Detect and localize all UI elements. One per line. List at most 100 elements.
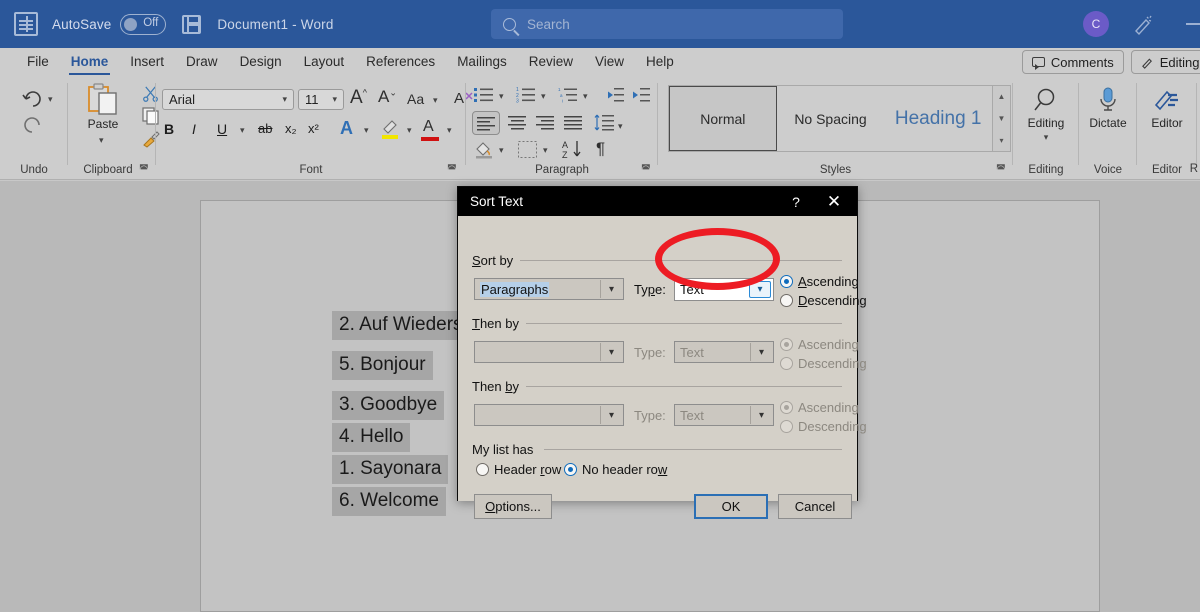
borders-dropdown-icon[interactable]: ▾: [543, 145, 548, 156]
styles-more-icon[interactable]: ▾: [999, 136, 1003, 145]
numbering-dropdown-icon[interactable]: ▾: [541, 91, 546, 102]
bold-button[interactable]: B: [164, 121, 174, 137]
minimize-button[interactable]: [1186, 23, 1200, 25]
pen-wand-icon[interactable]: [1132, 13, 1154, 35]
change-case-button[interactable]: Aa: [407, 91, 424, 107]
decrease-font-size-icon[interactable]: A⌄: [378, 87, 397, 107]
styles-dialog-launcher[interactable]: ◚: [996, 164, 1007, 175]
tab-insert[interactable]: Insert: [119, 48, 175, 77]
chevron-down-icon[interactable]: ▾: [600, 406, 622, 424]
show-formatting-marks-icon[interactable]: ¶: [596, 139, 605, 159]
then-by-1-ascending-radio[interactable]: [780, 338, 793, 351]
paste-label[interactable]: Paste: [68, 117, 138, 131]
then-by-1-type-combo[interactable]: Text ▾: [674, 341, 774, 363]
dialog-close-button[interactable]: ✕: [819, 190, 849, 214]
sort-by-descending-radio[interactable]: [780, 294, 793, 307]
header-row-radio[interactable]: [476, 463, 489, 476]
align-center-icon[interactable]: [508, 116, 526, 130]
underline-dropdown-icon[interactable]: ▾: [240, 125, 245, 136]
tab-review[interactable]: Review: [518, 48, 584, 77]
sort-by-field-combo[interactable]: Paragraphs ▾: [474, 278, 624, 300]
tab-design[interactable]: Design: [229, 48, 293, 77]
search-input[interactable]: Search: [491, 9, 843, 39]
style-normal[interactable]: Normal: [669, 86, 777, 151]
chevron-down-icon[interactable]: ▾: [600, 280, 622, 298]
font-dialog-launcher[interactable]: ◚: [447, 164, 458, 175]
tab-home[interactable]: Home: [60, 48, 120, 77]
chevron-down-icon[interactable]: ▾: [749, 281, 771, 298]
then-by-2-type-combo[interactable]: Text ▾: [674, 404, 774, 426]
options-button[interactable]: Options...: [474, 494, 552, 519]
text-highlight-icon[interactable]: [380, 117, 402, 141]
shading-icon[interactable]: [474, 139, 494, 159]
undo-dropdown-icon[interactable]: ▾: [48, 94, 53, 105]
align-right-icon[interactable]: [536, 116, 554, 130]
autosave-toggle[interactable]: Off: [120, 14, 166, 35]
then-by-2-descending-radio[interactable]: [780, 420, 793, 433]
cancel-button[interactable]: Cancel: [778, 494, 852, 519]
superscript-button[interactable]: x²: [308, 121, 319, 136]
editing-mode-button[interactable]: Editing ▾: [1131, 50, 1200, 74]
bullet-dropdown-icon[interactable]: ▾: [499, 91, 504, 102]
decrease-indent-icon[interactable]: [606, 87, 624, 103]
scroll-up-icon[interactable]: ▲: [998, 92, 1006, 101]
tab-view[interactable]: View: [584, 48, 635, 77]
subscript-button[interactable]: x₂: [285, 121, 297, 136]
line-spacing-icon[interactable]: [594, 114, 614, 131]
font-color-swatch[interactable]: [421, 137, 439, 141]
editing-button[interactable]: Editing ▾: [1018, 87, 1074, 143]
sort-by-ascending-radio[interactable]: [780, 275, 793, 288]
tab-layout[interactable]: Layout: [293, 48, 356, 77]
justify-icon[interactable]: [564, 116, 582, 130]
chevron-down-icon[interactable]: ▾: [750, 343, 772, 361]
style-no-spacing[interactable]: No Spacing: [777, 86, 885, 151]
numbered-list-icon[interactable]: 1 2 3: [516, 87, 536, 103]
tab-mailings[interactable]: Mailings: [446, 48, 518, 77]
tab-help[interactable]: Help: [635, 48, 685, 77]
dictate-button[interactable]: Dictate: [1080, 87, 1136, 130]
chevron-down-icon[interactable]: ▾: [600, 343, 622, 361]
paste-dropdown-icon[interactable]: ▾: [99, 135, 104, 146]
highlight-dropdown-icon[interactable]: ▾: [407, 125, 412, 136]
italic-button[interactable]: I: [192, 121, 196, 137]
scroll-down-icon[interactable]: ▼: [998, 114, 1006, 123]
text-effects-dropdown-icon[interactable]: ▾: [364, 125, 369, 136]
tab-file[interactable]: File: [16, 48, 60, 77]
tab-references[interactable]: References: [355, 48, 446, 77]
ok-button[interactable]: OK: [694, 494, 768, 519]
paste-icon[interactable]: [86, 83, 120, 115]
multilevel-list-icon[interactable]: 1 a i: [558, 87, 578, 103]
avatar[interactable]: C: [1083, 11, 1109, 37]
comments-button[interactable]: Comments: [1022, 50, 1124, 74]
line-spacing-dropdown-icon[interactable]: ▾: [618, 121, 623, 132]
increase-font-size-icon[interactable]: A^: [350, 87, 367, 109]
styles-scrollbar[interactable]: ▲ ▼ ▾: [993, 85, 1011, 152]
style-heading-1[interactable]: Heading 1: [884, 86, 992, 151]
borders-icon[interactable]: [518, 141, 537, 158]
paragraph-dialog-launcher[interactable]: ◚: [641, 164, 652, 175]
underline-button[interactable]: U: [217, 121, 227, 137]
bullet-list-icon[interactable]: [474, 87, 494, 103]
font-color-icon[interactable]: A: [423, 118, 434, 136]
no-header-row-radio[interactable]: [564, 463, 577, 476]
tab-draw[interactable]: Draw: [175, 48, 229, 77]
multilevel-dropdown-icon[interactable]: ▾: [583, 91, 588, 102]
undo-icon[interactable]: [20, 87, 46, 109]
sort-by-type-combo[interactable]: Text ▾: [674, 278, 774, 301]
font-size-combo[interactable]: 11 ▾: [298, 89, 344, 110]
increase-indent-icon[interactable]: [632, 87, 650, 103]
clipboard-dialog-launcher[interactable]: ◚: [139, 164, 150, 175]
redo-icon[interactable]: [20, 115, 46, 137]
align-left-button[interactable]: [472, 111, 500, 135]
then-by-1-descending-radio[interactable]: [780, 357, 793, 370]
then-by-1-field-combo[interactable]: ▾: [474, 341, 624, 363]
change-case-dropdown-icon[interactable]: ▾: [433, 95, 438, 106]
chevron-down-icon[interactable]: ▾: [750, 406, 772, 424]
strikethrough-button[interactable]: ab: [258, 121, 272, 136]
save-icon[interactable]: [182, 15, 201, 34]
dialog-help-button[interactable]: ?: [785, 191, 807, 213]
sort-az-icon[interactable]: A Z: [562, 139, 586, 160]
then-by-2-field-combo[interactable]: ▾: [474, 404, 624, 426]
then-by-2-ascending-radio[interactable]: [780, 401, 793, 414]
font-family-combo[interactable]: Arial ▾: [162, 89, 294, 110]
